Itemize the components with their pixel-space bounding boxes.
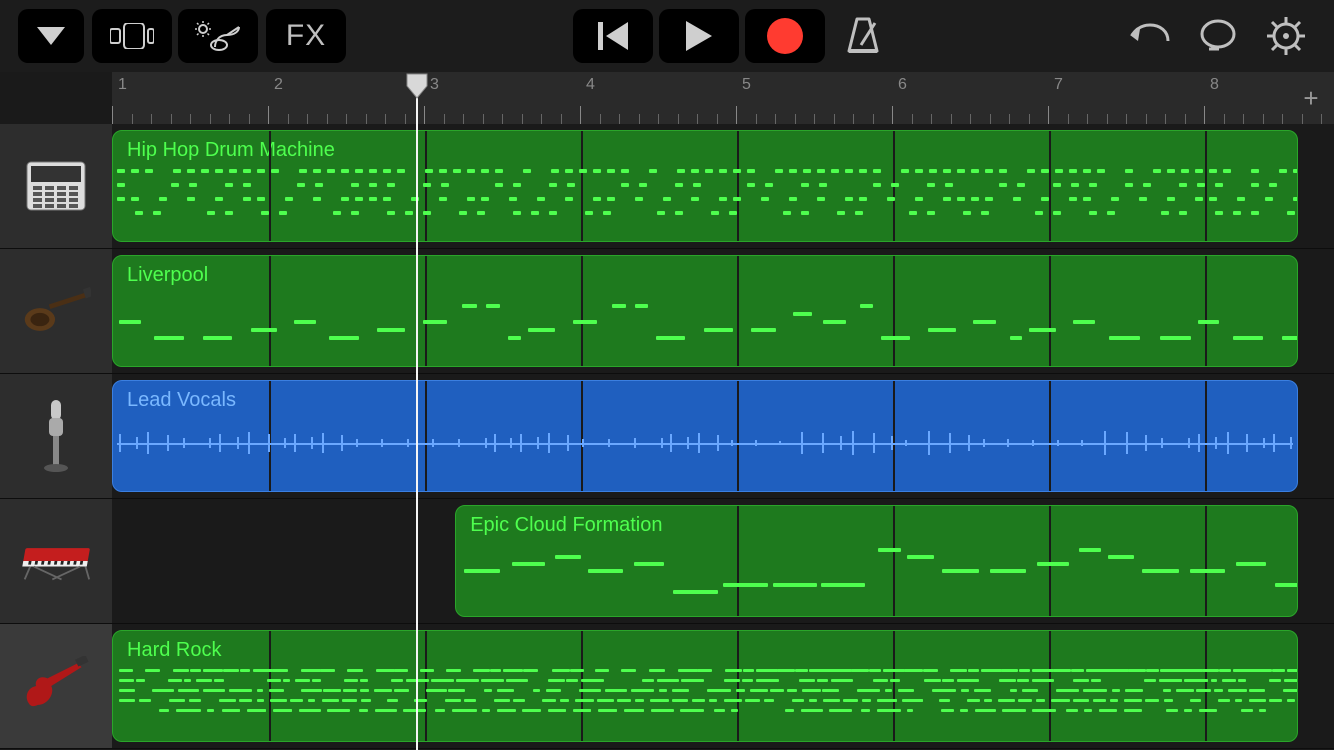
track-lane[interactable]: Epic Cloud Formation	[112, 499, 1288, 623]
instrument-settings-icon	[195, 21, 241, 51]
track-header-microphone[interactable]	[0, 374, 112, 498]
rewind-button[interactable]	[573, 9, 653, 63]
metronome-icon	[845, 17, 881, 55]
loop-button[interactable]	[1188, 9, 1248, 63]
region[interactable]: Lead Vocals	[112, 380, 1298, 492]
dropdown-icon	[37, 27, 65, 45]
track-row: Epic Cloud Formation	[0, 499, 1334, 624]
bar-number: 6	[898, 76, 907, 94]
region[interactable]: Hip Hop Drum Machine	[112, 130, 1298, 242]
bar-number: 4	[586, 76, 595, 94]
view-group	[92, 9, 258, 63]
add-icon: +	[1303, 83, 1318, 114]
region-label: Liverpool	[127, 264, 1283, 287]
add-bar-button[interactable]: +	[1288, 72, 1334, 124]
fx-label: FX	[286, 19, 326, 53]
bar-number: 8	[1210, 76, 1219, 94]
track-row: Hard Rock	[0, 624, 1334, 749]
bar-number: 2	[274, 76, 283, 94]
region[interactable]: Hard Rock	[112, 630, 1298, 742]
play-button[interactable]	[659, 9, 739, 63]
transport-controls	[573, 9, 825, 63]
microphone-icon	[21, 401, 91, 471]
region[interactable]: Liverpool	[112, 255, 1298, 367]
region-label: Hard Rock	[127, 639, 1283, 662]
record-icon	[767, 18, 803, 54]
track-lane[interactable]: Hard Rock	[112, 624, 1288, 748]
fx-button[interactable]: FX	[266, 9, 346, 63]
rewind-icon	[598, 22, 628, 50]
settings-gear-icon	[1267, 17, 1305, 55]
top-toolbar: FX	[0, 0, 1334, 72]
drum-machine-icon	[21, 151, 91, 221]
keyboard-icon	[21, 526, 91, 596]
bar-number: 1	[118, 76, 127, 94]
browser-button[interactable]	[92, 9, 172, 63]
bar-number: 5	[742, 76, 751, 94]
track-row: Liverpool	[0, 249, 1334, 374]
play-icon	[686, 21, 712, 51]
track-row: Lead Vocals	[0, 374, 1334, 499]
dropdown-button[interactable]	[18, 9, 84, 63]
loop-icon	[1199, 19, 1237, 53]
electric-guitar-icon	[21, 651, 91, 721]
region-label: Lead Vocals	[127, 389, 1283, 412]
region-label: Epic Cloud Formation	[470, 514, 1282, 537]
metronome-button[interactable]	[833, 9, 893, 63]
tracks-area: Hip Hop Drum Machine Liverpool Lead Vocals…	[0, 124, 1334, 749]
bass-guitar-icon	[21, 276, 91, 346]
bar-number: 7	[1054, 76, 1063, 94]
track-lane[interactable]: Liverpool	[112, 249, 1288, 373]
region[interactable]: Epic Cloud Formation	[455, 505, 1297, 617]
track-header-keyboard[interactable]	[0, 499, 112, 623]
track-row: Hip Hop Drum Machine	[0, 124, 1334, 249]
undo-button[interactable]	[1120, 9, 1180, 63]
track-header-bass-guitar[interactable]	[0, 249, 112, 373]
ruler-row: 1 2 3 4 5 6 7 8 +	[0, 72, 1334, 124]
region-label: Hip Hop Drum Machine	[127, 139, 1283, 162]
track-lane[interactable]: Lead Vocals	[112, 374, 1288, 498]
browser-icon	[110, 23, 154, 49]
track-lane[interactable]: Hip Hop Drum Machine	[112, 124, 1288, 248]
track-header-drum-machine[interactable]	[0, 124, 112, 248]
settings-button[interactable]	[1256, 9, 1316, 63]
ruler-corner	[0, 72, 112, 124]
undo-icon	[1130, 21, 1170, 51]
instrument-settings-button[interactable]	[178, 9, 258, 63]
timeline-ruler[interactable]: 1 2 3 4 5 6 7 8	[112, 72, 1288, 124]
track-header-electric-guitar[interactable]	[0, 624, 112, 748]
record-button[interactable]	[745, 9, 825, 63]
bar-number: 3	[430, 76, 439, 94]
